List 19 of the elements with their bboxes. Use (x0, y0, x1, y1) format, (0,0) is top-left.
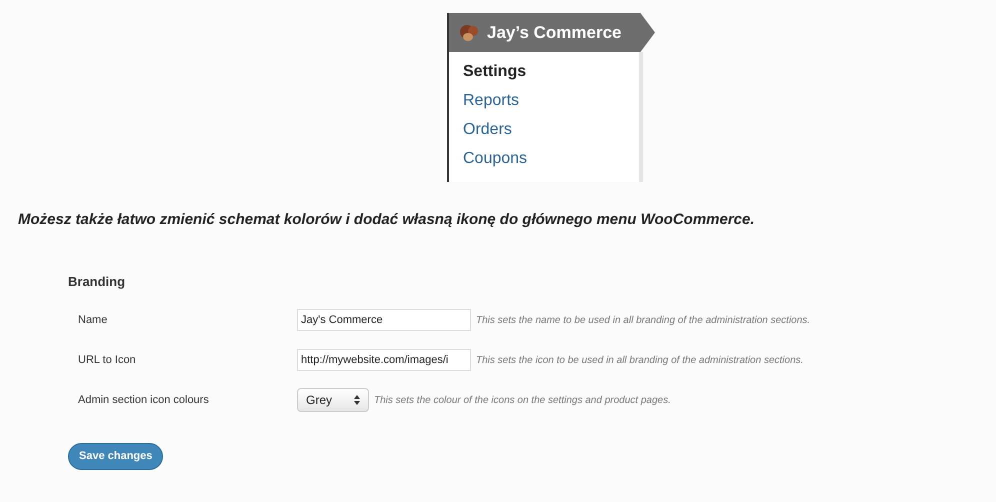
save-button[interactable]: Save changes (68, 443, 164, 470)
field-label: Admin section icon colours (78, 392, 210, 408)
text-field[interactable]: Jay's Commerce (297, 309, 471, 331)
text-field[interactable]: http://mywebsite.com/images/i (297, 349, 471, 371)
menu-item[interactable]: Reports (463, 91, 639, 120)
field-label: Name (78, 312, 108, 328)
colour-select[interactable]: Grey (297, 388, 369, 412)
menu-item[interactable]: Orders (463, 120, 639, 149)
caption-text: Możesz także łatwo zmienić schemat kolorów i dodać własną ikonę do głównego menu WooCommerce. (18, 210, 756, 230)
menu-item[interactable]: Coupons (463, 149, 639, 178)
help-text: This sets the name to be used in all branding of the administration sections. (476, 314, 810, 328)
help-text: This sets the icon to be used in all branding of the administration sections. (476, 354, 804, 368)
help-text: This sets the colour of the icons on the settings and product pages. (374, 394, 671, 408)
menu-item[interactable]: Settings (463, 62, 639, 91)
updown-icon (354, 395, 360, 405)
field-label: URL to Icon (78, 352, 137, 368)
menu-header[interactable]: Jay’s Commerce (447, 13, 655, 52)
menu-title: Jay’s Commerce (487, 22, 622, 44)
section-heading: Branding (68, 272, 126, 291)
